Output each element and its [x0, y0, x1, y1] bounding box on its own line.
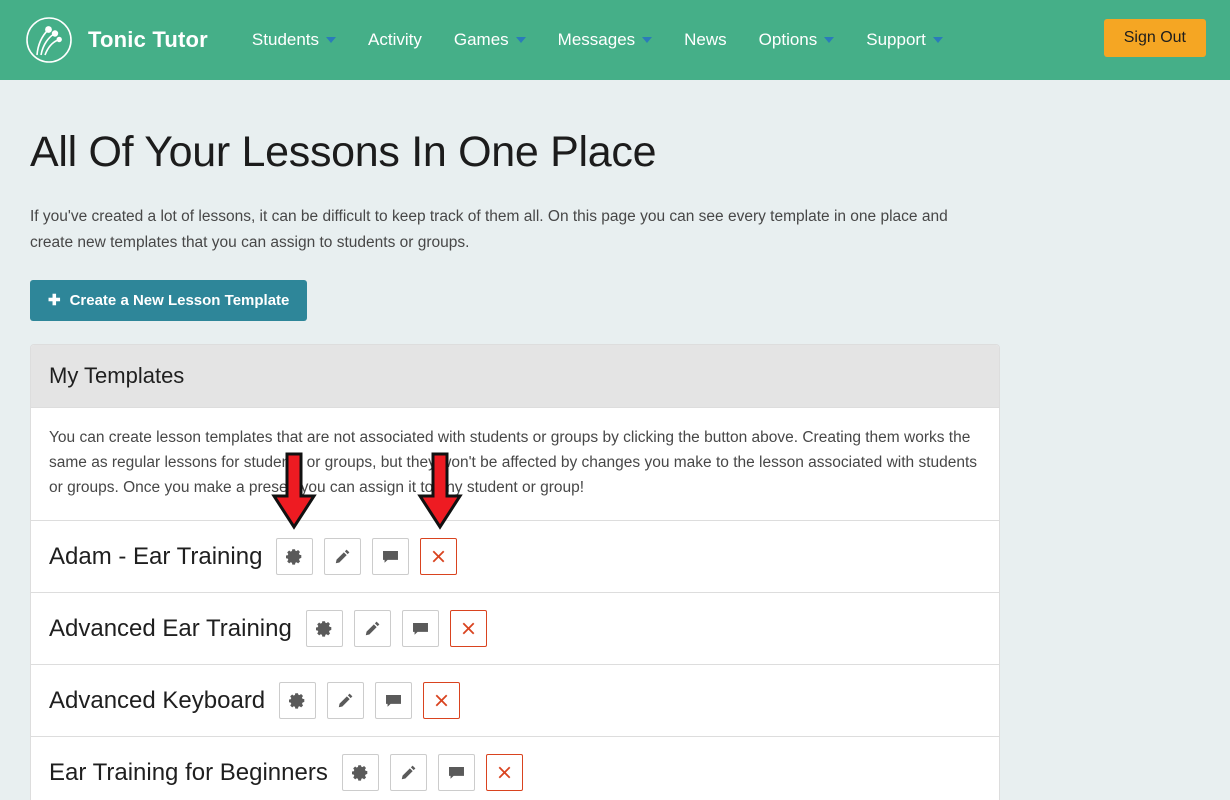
nav-item-activity[interactable]: Activity — [352, 0, 438, 80]
my-templates-panel: My Templates You can create lesson templ… — [30, 344, 1000, 800]
gear-icon-button[interactable] — [305, 610, 343, 647]
row-actions — [276, 538, 458, 575]
nav-item-label: News — [684, 30, 727, 49]
gear-icon — [351, 764, 369, 781]
panel-note: You can create lesson templates that are… — [31, 408, 999, 521]
comment-icon — [382, 549, 399, 565]
nav-item-messages[interactable]: Messages — [542, 0, 668, 80]
comment-icon — [412, 621, 429, 637]
top-navbar: Tonic Tutor Students Activity Games Mess… — [0, 0, 1230, 80]
pencil-icon-button[interactable] — [353, 610, 391, 647]
pencil-icon — [364, 620, 381, 637]
nav-item-news[interactable]: News — [668, 0, 743, 80]
row-actions — [279, 682, 461, 719]
row-actions — [341, 754, 523, 791]
pencil-icon — [334, 548, 351, 565]
nav-item-label: Games — [453, 30, 509, 49]
pencil-icon-button[interactable] — [327, 682, 365, 719]
table-row: Ear Training for Beginners — [31, 737, 999, 800]
panel-header: My Templates — [31, 345, 999, 408]
delete-x-icon-button[interactable] — [485, 754, 523, 791]
nav-item-label: Students — [251, 30, 320, 49]
nav-item-games[interactable]: Games — [438, 0, 542, 80]
create-button-label: Create a New Lesson Template — [69, 292, 290, 309]
delete-x-icon — [433, 692, 450, 709]
page-title: All Of Your Lessons In One Place — [30, 128, 657, 176]
gear-icon-button[interactable] — [279, 682, 317, 719]
gear-icon-button[interactable] — [341, 754, 379, 791]
gear-icon — [286, 548, 303, 565]
table-row: Advanced Ear Training — [31, 593, 999, 665]
chevron-down-icon — [326, 37, 337, 43]
chevron-down-icon — [515, 37, 526, 43]
chevron-down-icon — [932, 37, 943, 43]
lesson-template-name: Advanced Ear Training — [49, 614, 292, 642]
delete-x-icon-button[interactable] — [423, 682, 461, 719]
lesson-template-name: Advanced Keyboard — [49, 686, 266, 714]
pencil-icon-button[interactable] — [324, 538, 362, 575]
panel-title: My Templates — [49, 363, 185, 388]
delete-x-icon-button[interactable] — [420, 538, 458, 575]
nav-item-label: Messages — [557, 30, 636, 49]
nav-item-students[interactable]: Students — [236, 0, 352, 80]
sign-out-button[interactable]: Sign Out — [1103, 19, 1206, 57]
table-row: Advanced Keyboard — [31, 665, 999, 737]
row-actions — [305, 610, 487, 647]
delete-x-icon — [460, 620, 477, 637]
nav-item-label: Activity — [368, 30, 422, 49]
nav-item-label: Support — [866, 30, 926, 49]
nav-item-support[interactable]: Support — [850, 0, 959, 80]
lesson-template-name: Ear Training for Beginners — [49, 758, 328, 786]
create-new-lesson-template-button[interactable]: ✚ Create a New Lesson Template — [30, 280, 308, 321]
lesson-template-name: Adam - Ear Training — [49, 542, 263, 570]
chevron-down-icon — [642, 37, 653, 43]
page-description: If you've created a lot of lessons, it c… — [30, 208, 948, 251]
plus-icon: ✚ — [48, 292, 61, 309]
comment-icon-button[interactable] — [372, 538, 410, 575]
nav-item-label: Options — [758, 30, 818, 49]
gear-icon — [289, 692, 306, 709]
nav-items: Students Activity Games Messages News Op… — [236, 0, 959, 80]
pencil-icon — [337, 692, 354, 709]
chevron-down-icon — [824, 37, 835, 43]
main-content: All Of Your Lessons In One Place If you'… — [0, 128, 1230, 800]
comment-icon-button[interactable] — [437, 754, 475, 791]
comment-icon — [385, 693, 402, 709]
tonic-tutor-logo-icon — [24, 15, 74, 65]
delete-x-icon-button[interactable] — [449, 610, 487, 647]
pencil-icon — [400, 764, 417, 781]
comment-icon-button[interactable] — [375, 682, 413, 719]
gear-icon — [315, 620, 333, 637]
delete-x-icon — [496, 764, 513, 781]
gear-icon-button[interactable] — [276, 538, 314, 575]
pencil-icon-button[interactable] — [389, 754, 427, 791]
delete-x-icon — [430, 548, 447, 565]
comment-icon-button[interactable] — [401, 610, 439, 647]
comment-icon — [448, 765, 465, 781]
nav-item-options[interactable]: Options — [743, 0, 851, 80]
table-row: Adam - Ear Training — [31, 521, 999, 593]
brand-block[interactable]: Tonic Tutor — [24, 15, 208, 65]
brand-name: Tonic Tutor — [88, 27, 208, 52]
